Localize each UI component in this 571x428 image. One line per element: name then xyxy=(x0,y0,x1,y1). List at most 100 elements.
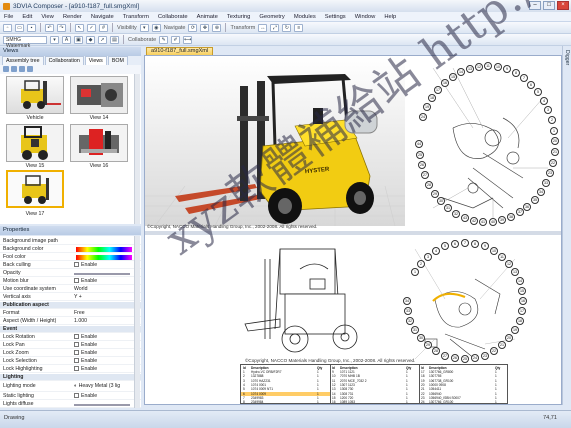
callout-bubble[interactable]: 13 xyxy=(466,65,474,73)
callout-bubble[interactable]: 18 xyxy=(516,317,524,325)
callout-bubble[interactable]: 5 xyxy=(534,88,542,96)
combo-dropdown-icon[interactable]: ▾ xyxy=(50,35,59,44)
callout-bubble[interactable]: 14 xyxy=(516,277,524,285)
callout-bubble[interactable]: 26 xyxy=(418,161,426,169)
callout-bubble[interactable]: 28 xyxy=(425,181,433,189)
zoom-icon[interactable]: ⊕ xyxy=(212,23,222,32)
callout-bubble[interactable]: 21 xyxy=(498,341,506,349)
callout-bubble[interactable]: 2 xyxy=(548,116,556,124)
callout-bubble[interactable]: 21 xyxy=(551,148,559,156)
callout-bubble[interactable]: 19 xyxy=(423,103,431,111)
callout-bubble[interactable]: 35 xyxy=(531,196,539,204)
forklift-line-drawing[interactable] xyxy=(240,239,370,359)
menu-help[interactable]: Help xyxy=(384,14,396,20)
eye-icon[interactable]: ◉ xyxy=(151,23,161,32)
callout-bubble[interactable]: 25 xyxy=(416,151,424,159)
checkbox[interactable] xyxy=(74,334,79,339)
callout-bubble[interactable]: 11 xyxy=(484,62,492,70)
callout-bubble[interactable]: 4 xyxy=(540,97,548,105)
checkbox[interactable] xyxy=(74,262,79,267)
menu-render[interactable]: Render xyxy=(63,14,82,20)
property-row[interactable]: Lights diffuse xyxy=(0,401,141,408)
new-file-icon[interactable]: ▫ xyxy=(3,23,12,32)
checkbox[interactable] xyxy=(74,350,79,355)
property-row[interactable]: Lock Rotation Enable xyxy=(0,334,141,341)
exploded-view-top[interactable] xyxy=(413,58,562,228)
callout-bubble[interactable]: 1 xyxy=(550,127,558,135)
callout-bubble[interactable]: 1 xyxy=(411,268,419,276)
menu-navigate[interactable]: Navigate xyxy=(91,14,114,20)
checkbox[interactable] xyxy=(74,278,79,283)
views-scrollbar[interactable] xyxy=(134,74,140,224)
maximize-button[interactable]: □ xyxy=(543,1,555,10)
callout-bubble[interactable]: 27 xyxy=(421,171,429,179)
callout-bubble[interactable]: 33 xyxy=(404,307,412,315)
minimize-button[interactable]: – xyxy=(529,1,541,10)
menu-view[interactable]: View xyxy=(41,14,53,20)
callout-bubble[interactable]: 7 xyxy=(520,74,528,82)
thumbnail-view-14[interactable] xyxy=(70,76,128,114)
tab-collaboration[interactable]: Collaboration xyxy=(44,56,84,65)
callout-bubble[interactable]: 25 xyxy=(461,355,469,363)
save-icon[interactable]: ▪ xyxy=(27,23,36,32)
thumbnail-view-17[interactable] xyxy=(6,170,64,208)
callout-bubble[interactable]: 8 xyxy=(512,69,520,77)
callout-bubble[interactable]: 34 xyxy=(537,188,545,196)
menu-geometry[interactable]: Geometry xyxy=(259,14,284,20)
property-row[interactable]: Back culling Enable xyxy=(0,262,141,269)
comment-icon[interactable]: ✎ xyxy=(159,35,169,44)
menu-transform[interactable]: Transform xyxy=(123,14,149,20)
callout-bubble[interactable]: 6 xyxy=(451,240,459,248)
callout-bubble[interactable]: 12 xyxy=(475,63,483,71)
property-section[interactable]: Event xyxy=(0,326,141,333)
property-row[interactable]: Aspect (Width / Height) 1.000 xyxy=(0,318,141,325)
grid-icon[interactable]: # xyxy=(99,23,108,32)
callout-bubble[interactable]: 20 xyxy=(551,137,559,145)
scale-icon[interactable]: ⤢ xyxy=(270,23,280,32)
property-row[interactable]: Lock Pan Enable xyxy=(0,342,141,349)
callout-bubble[interactable]: 16 xyxy=(441,79,449,87)
background-color-swatch[interactable] xyxy=(76,247,132,252)
callout-bubble[interactable]: 10 xyxy=(494,63,502,71)
callout-bubble[interactable]: 9 xyxy=(503,65,511,73)
property-row[interactable]: Lock Selection Enable xyxy=(0,358,141,365)
tab-bom[interactable]: BOM xyxy=(107,56,128,65)
callout-bubble[interactable]: 32 xyxy=(452,210,460,218)
callout-bubble[interactable]: 29 xyxy=(431,190,439,198)
checkbox[interactable] xyxy=(74,358,79,363)
callout-bubble[interactable]: 11 xyxy=(498,253,506,261)
menu-modules[interactable]: Modules xyxy=(294,14,316,20)
play-view-icon[interactable] xyxy=(27,66,33,72)
forklift-3d-render[interactable] xyxy=(145,56,405,226)
callout-bubble[interactable]: 2 xyxy=(417,260,425,268)
callout-bubble[interactable]: 31 xyxy=(411,326,419,334)
align-icon[interactable]: ≡ xyxy=(294,23,304,32)
property-row[interactable]: Motion blur Enable xyxy=(0,278,141,285)
document-tab[interactable]: a910-f187_full.smgXml xyxy=(146,47,214,55)
checkbox[interactable] xyxy=(74,366,79,371)
callout-bubble[interactable]: 30 xyxy=(437,197,445,205)
callout-bubble[interactable]: 31 xyxy=(444,204,452,212)
callout-bubble[interactable]: 14 xyxy=(457,68,465,76)
callout-bubble[interactable]: 23 xyxy=(481,352,489,360)
callout-bubble[interactable]: 8 xyxy=(471,240,479,248)
callout-bubble[interactable]: 4 xyxy=(432,247,440,255)
text-icon[interactable]: A xyxy=(62,35,71,44)
thumbnail-vehicle[interactable] xyxy=(6,76,64,114)
undo-icon[interactable]: ↶ xyxy=(45,23,54,32)
right-dock-tab[interactable]: Digger xyxy=(562,46,571,405)
callout-bubble[interactable]: 37 xyxy=(516,208,524,216)
callout-bubble[interactable]: 3 xyxy=(544,106,552,114)
callout-bubble[interactable]: 42 xyxy=(470,217,478,225)
opacity-slider[interactable] xyxy=(74,273,130,275)
rotate-icon[interactable]: ⟳ xyxy=(188,23,198,32)
menu-texturing[interactable]: Texturing xyxy=(227,14,251,20)
table-row[interactable]: 24 1307766_GR100 1 xyxy=(419,400,508,404)
callout-bubble[interactable]: 22 xyxy=(490,347,498,355)
watermark-combo[interactable]: SMHG Watermark xyxy=(3,35,47,49)
property-row[interactable]: Background image path xyxy=(0,238,141,245)
property-row[interactable]: Lock Zoom Enable xyxy=(0,350,141,357)
callout-bubble[interactable]: 30 xyxy=(417,334,425,342)
visibility-dropdown-icon[interactable]: ▾ xyxy=(139,23,149,32)
callout-bubble[interactable]: 22 xyxy=(549,159,557,167)
